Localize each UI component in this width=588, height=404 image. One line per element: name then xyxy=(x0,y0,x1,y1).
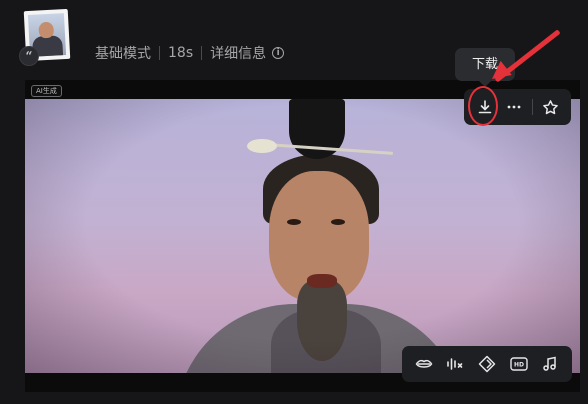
favorite-button[interactable] xyxy=(536,92,565,122)
mode-label: 基础模式 xyxy=(95,46,151,62)
diamond-icon xyxy=(478,355,496,373)
svg-text:HD: HD xyxy=(514,362,524,369)
ai-generated-badge: AI生成 xyxy=(31,85,62,97)
audio-wave-icon xyxy=(447,358,463,370)
hd-button[interactable]: HD xyxy=(507,352,531,376)
duration-label: 18s xyxy=(168,45,194,61)
more-button[interactable] xyxy=(499,92,528,122)
divider xyxy=(201,46,203,60)
music-button[interactable] xyxy=(538,352,562,376)
lip-sync-button[interactable] xyxy=(412,352,436,376)
details-link[interactable]: 详细信息 xyxy=(210,43,266,63)
annotation-circle xyxy=(468,86,498,126)
music-note-icon xyxy=(543,356,556,371)
video-frame xyxy=(25,99,580,373)
star-icon xyxy=(543,99,558,114)
audio-button[interactable] xyxy=(443,352,467,376)
lips-icon xyxy=(415,359,433,368)
info-icon[interactable]: i xyxy=(272,47,285,59)
frames-button[interactable] xyxy=(475,352,499,376)
generation-meta: 基础模式 18s 详细信息 i xyxy=(95,43,285,63)
divider xyxy=(159,46,160,60)
quote-icon[interactable]: “ xyxy=(19,46,39,66)
more-icon xyxy=(507,105,521,109)
page: “ 基础模式 18s 详细信息 i AI生成 下载 HD xyxy=(0,0,588,404)
video-tools-bar: HD xyxy=(402,346,572,382)
divider xyxy=(531,99,533,115)
hd-icon: HD xyxy=(509,357,528,371)
